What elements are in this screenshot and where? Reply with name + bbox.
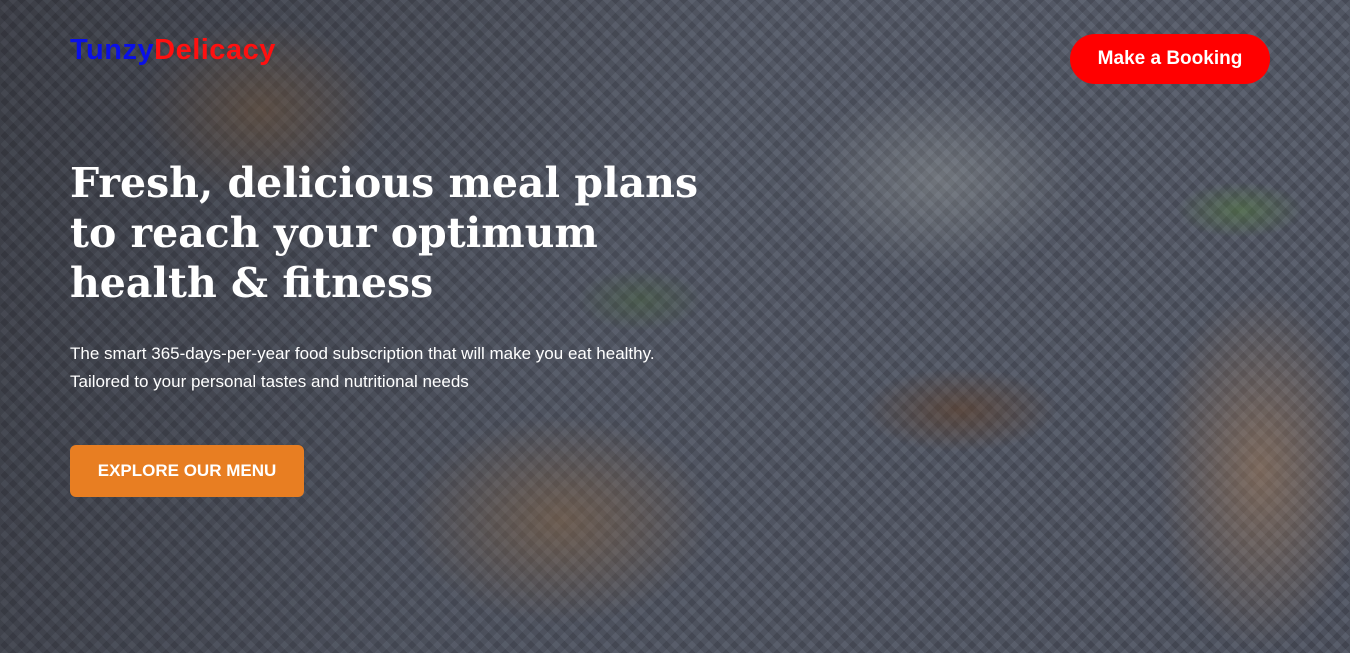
brand-logo[interactable]: TunzyDelicacy xyxy=(70,34,276,67)
hero-headline: Fresh, delicious meal plans to reach you… xyxy=(70,159,699,307)
hero-overlay xyxy=(0,0,1350,653)
brand-name-part1: Tunzy xyxy=(70,34,155,66)
make-booking-button[interactable]: Make a Booking xyxy=(1070,34,1270,84)
explore-menu-button[interactable]: EXPLORE OUR MENU xyxy=(70,445,304,497)
hero-subtitle: The smart 365-days-per-year food subscri… xyxy=(70,344,655,391)
hero-section: TunzyDelicacy Make a Booking Fresh, deli… xyxy=(0,0,1350,653)
brand-name-part2: Delicacy xyxy=(154,34,276,66)
